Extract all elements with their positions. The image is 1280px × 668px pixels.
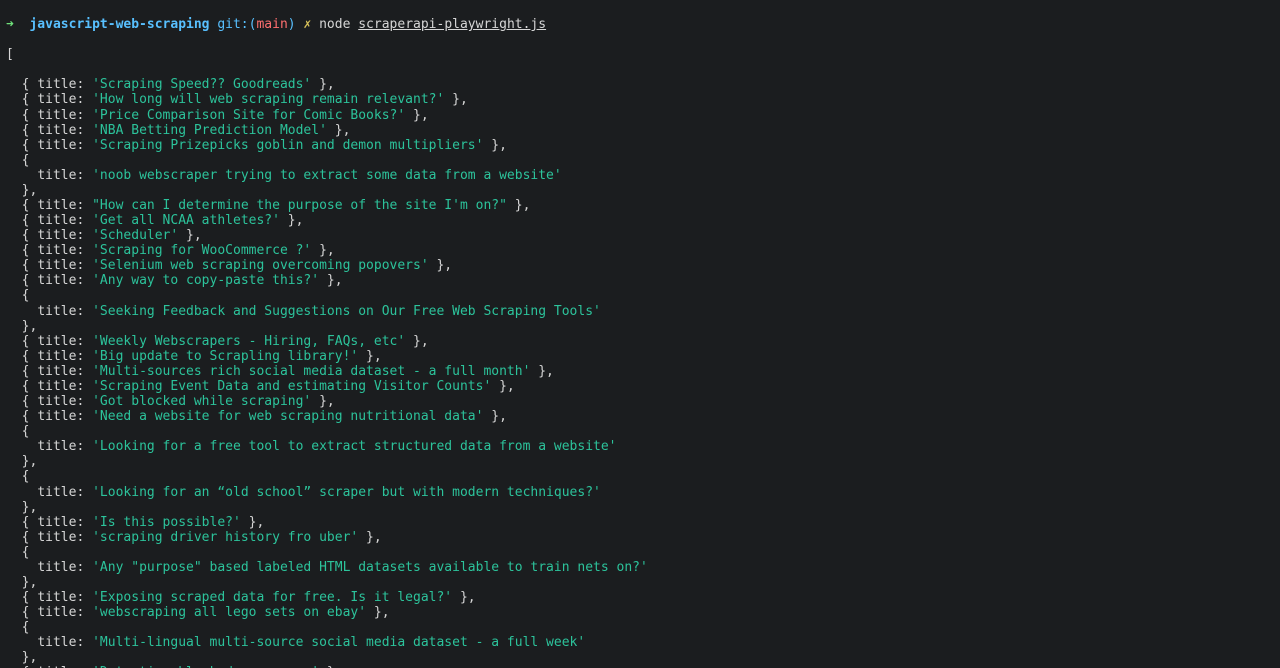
object-entry-inline: { title: 'NBA Betting Prediction Model' … xyxy=(6,123,1274,138)
object-close: }, xyxy=(6,454,1274,469)
object-close: }, xyxy=(6,500,1274,515)
object-entry: title: 'Looking for a free tool to extra… xyxy=(6,439,1274,454)
object-entry-inline: { title: 'Any way to copy-paste this?' }… xyxy=(6,273,1274,288)
object-open: { xyxy=(6,620,1274,635)
object-entry-inline: { title: 'Scraping for WooCommerce ?' }, xyxy=(6,243,1274,258)
object-entry-inline: { title: 'Weekly Webscrapers - Hiring, F… xyxy=(6,334,1274,349)
object-entry-inline: { title: 'Get all NCAA athletes?' }, xyxy=(6,213,1274,228)
object-open: { xyxy=(6,424,1274,439)
object-entry-inline: { title: 'Selenium web scraping overcomi… xyxy=(6,258,1274,273)
object-entry-inline: { title: 'Exposing scraped data for free… xyxy=(6,590,1274,605)
prompt-command: node xyxy=(319,17,358,32)
object-open: { xyxy=(6,469,1274,484)
object-entry-inline: { title: 'Is this possible?' }, xyxy=(6,515,1274,530)
object-open: { xyxy=(6,288,1274,303)
object-entry: title: 'noob webscraper trying to extrac… xyxy=(6,168,1274,183)
object-entry-inline: { title: 'Big update to Scrapling librar… xyxy=(6,349,1274,364)
output-items: { title: 'Scraping Speed?? Goodreads' },… xyxy=(6,77,1274,668)
object-entry: title: 'Any "purpose" based labeled HTML… xyxy=(6,560,1274,575)
object-entry-inline: { title: 'Scheduler' }, xyxy=(6,228,1274,243)
object-entry-inline: { title: 'Got blocked while scraping' }, xyxy=(6,394,1274,409)
prompt-paren-close: ) xyxy=(288,17,296,32)
object-open: { xyxy=(6,545,1274,560)
object-entry-inline: { title: 'Scraping Prizepicks goblin and… xyxy=(6,138,1274,153)
prompt-git: git: xyxy=(217,17,248,32)
object-close: }, xyxy=(6,650,1274,665)
object-close: }, xyxy=(6,575,1274,590)
object-entry: title: 'Seeking Feedback and Suggestions… xyxy=(6,304,1274,319)
object-entry: title: 'Multi-lingual multi-source socia… xyxy=(6,635,1274,650)
object-entry-inline: { title: 'Scraping Event Data and estima… xyxy=(6,379,1274,394)
object-entry: title: 'Looking for an “old school” scra… xyxy=(6,485,1274,500)
prompt-arrow-icon: ➜ xyxy=(6,17,14,32)
object-entry-inline: { title: 'Multi-sources rich social medi… xyxy=(6,364,1274,379)
terminal-output: ➜ javascript-web-scraping git:(main) ✗ n… xyxy=(0,0,1280,668)
object-close: }, xyxy=(6,183,1274,198)
prompt-folder: javascript-web-scraping xyxy=(29,17,209,32)
prompt-status-icon: ✗ xyxy=(303,17,311,32)
array-open: [ xyxy=(6,47,1274,62)
object-entry-inline: { title: 'webscraping all lego sets on e… xyxy=(6,605,1274,620)
object-entry-inline: { title: "How can I determine the purpos… xyxy=(6,198,1274,213)
prompt-script: scraperapi-playwright.js xyxy=(358,17,546,32)
prompt-line[interactable]: ➜ javascript-web-scraping git:(main) ✗ n… xyxy=(6,17,1274,32)
object-entry-inline: { title: 'How long will web scraping rem… xyxy=(6,92,1274,107)
object-entry-inline: { title: 'scraping driver history fro ub… xyxy=(6,530,1274,545)
object-open: { xyxy=(6,153,1274,168)
object-entry-inline: { title: 'Scraping Speed?? Goodreads' }, xyxy=(6,77,1274,92)
prompt-branch: main xyxy=(256,17,287,32)
object-close: }, xyxy=(6,319,1274,334)
object-entry-inline: { title: 'Price Comparison Site for Comi… xyxy=(6,108,1274,123)
object-entry-inline: { title: 'Need a website for web scrapin… xyxy=(6,409,1274,424)
